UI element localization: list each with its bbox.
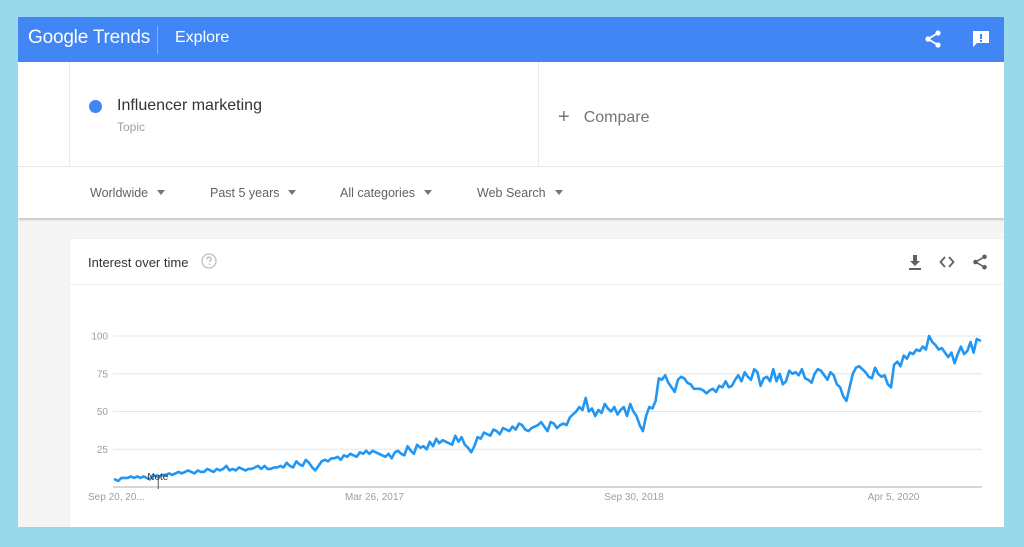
interest-line-chart[interactable]: 25 50 75 100 Sep 20, 20... Mar 26, 2017 Sep 30… xyxy=(70,239,1004,527)
filter-time-range-label: Past 5 years xyxy=(210,186,280,200)
plus-icon: + xyxy=(558,106,570,128)
x-tick-label: Apr 5, 2020 xyxy=(868,492,920,503)
filter-time-range[interactable]: Past 5 years xyxy=(210,186,297,200)
x-tick-label: Mar 26, 2017 xyxy=(345,492,404,503)
app-frame: Google Trends Explore Influencer marketi… xyxy=(18,17,1004,527)
search-area: Influencer marketing Topic + Compare xyxy=(18,62,1004,167)
logo-trends-text: Trends xyxy=(92,27,151,48)
caret-down-icon xyxy=(554,190,563,195)
filter-category[interactable]: All categories xyxy=(340,186,433,200)
caret-down-icon xyxy=(157,190,166,195)
share-icon[interactable] xyxy=(921,27,945,51)
y-tick-label: 25 xyxy=(97,445,109,456)
google-trends-logo[interactable]: Google Trends xyxy=(28,27,150,49)
filter-search-type-label: Web Search xyxy=(477,186,546,200)
compare-button[interactable]: + Compare xyxy=(558,106,650,129)
y-tick-label: 50 xyxy=(97,407,109,418)
y-tick-label: 75 xyxy=(97,369,109,380)
logo-google-text: Google xyxy=(28,27,89,48)
annotation-note-label: Note xyxy=(147,472,169,483)
search-term-type: Topic xyxy=(117,120,146,134)
filter-bar: Worldwide Past 5 years All categories We… xyxy=(18,167,1004,218)
section-title: Explore xyxy=(175,29,230,46)
series-line xyxy=(113,334,982,483)
caret-down-icon xyxy=(424,190,433,195)
filter-search-type[interactable]: Web Search xyxy=(477,186,563,200)
compare-label: Compare xyxy=(583,109,650,126)
x-tick-label: Sep 20, 20... xyxy=(88,492,145,503)
term-color-dot xyxy=(89,100,102,113)
filter-category-label: All categories xyxy=(340,186,416,200)
feedback-icon[interactable] xyxy=(969,27,993,51)
interest-over-time-card: Interest over time 25 50 75 100 Sep 20, 20..… xyxy=(70,239,1004,527)
search-term-card[interactable]: Influencer marketing Topic xyxy=(69,62,539,166)
caret-down-icon xyxy=(288,190,297,195)
y-tick-label: 100 xyxy=(91,332,108,343)
filter-region-label: Worldwide xyxy=(90,186,149,200)
search-term-name[interactable]: Influencer marketing xyxy=(117,97,262,115)
header-divider xyxy=(157,26,158,54)
top-bar: Google Trends Explore xyxy=(18,17,1004,62)
filter-region[interactable]: Worldwide xyxy=(90,186,166,200)
x-tick-label: Sep 30, 2018 xyxy=(604,492,664,503)
